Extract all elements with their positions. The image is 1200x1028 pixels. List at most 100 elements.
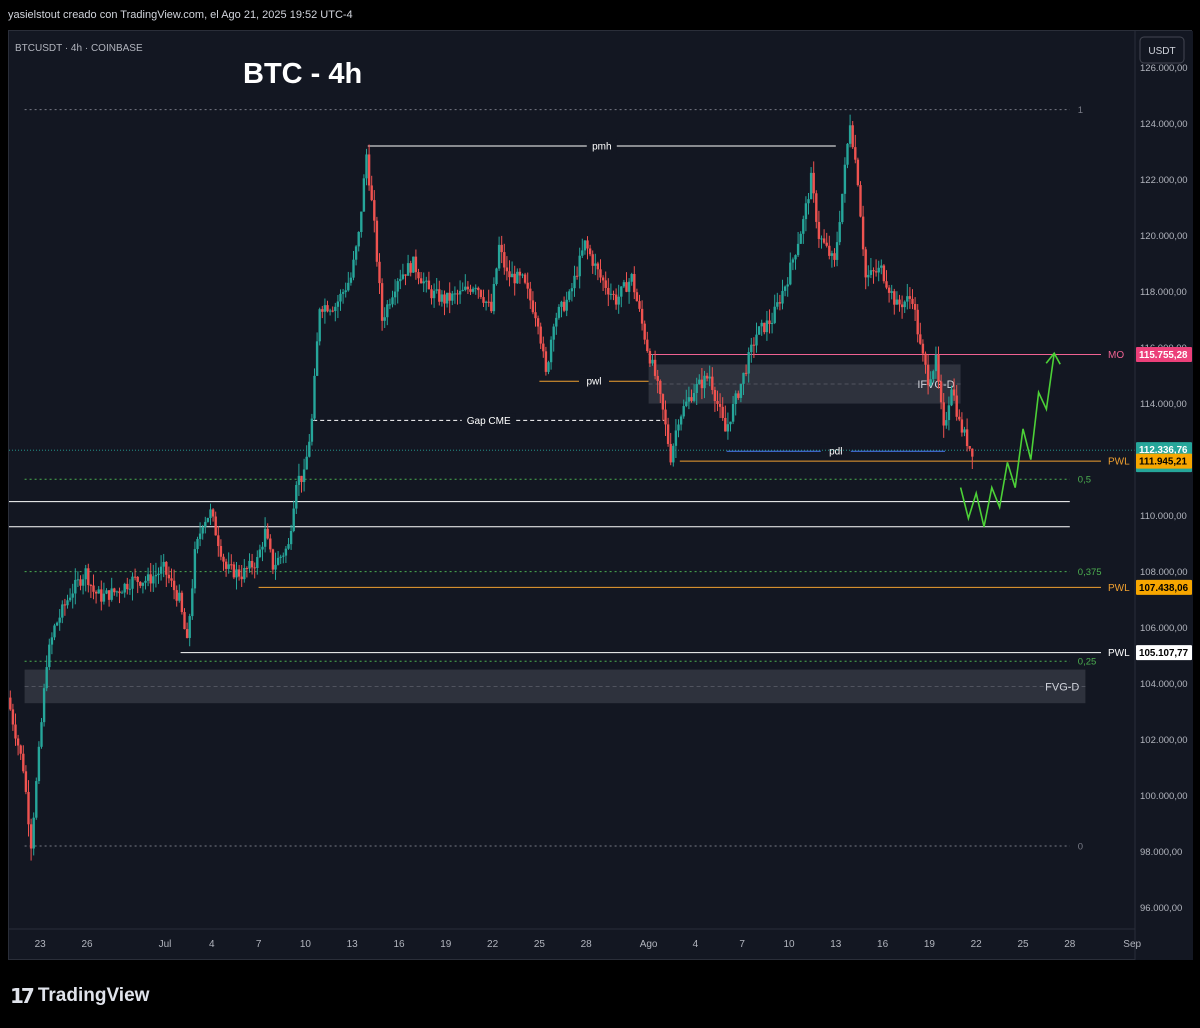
candle-body	[880, 265, 883, 268]
candle-body	[692, 392, 696, 401]
candle-body	[609, 293, 613, 295]
candle-body	[760, 322, 763, 327]
candle-body	[326, 305, 329, 312]
candle-body	[217, 535, 220, 547]
candle-body	[843, 164, 847, 194]
candle-body	[211, 509, 215, 517]
candle-body	[92, 585, 95, 592]
candle-body	[282, 555, 285, 557]
candle-body	[84, 568, 87, 580]
candle-body	[347, 282, 350, 291]
candle-body	[425, 280, 428, 282]
candle-body	[734, 393, 737, 405]
candle-body	[601, 277, 605, 281]
candle-body	[952, 389, 956, 396]
x-tick-label: 16	[877, 939, 889, 950]
level-label: pmh	[592, 142, 611, 153]
candle-body	[74, 579, 77, 594]
candle-body	[911, 298, 914, 304]
candle-body	[534, 312, 537, 319]
candle-body	[890, 291, 893, 293]
candle-body	[765, 320, 769, 333]
candle-body	[404, 274, 407, 276]
candle-body	[469, 289, 472, 292]
candle-body	[755, 334, 758, 346]
candle-body	[9, 697, 12, 710]
level-label: 0	[1078, 842, 1083, 853]
candle-body	[391, 297, 394, 305]
candle-body	[508, 271, 511, 278]
candle-body	[102, 593, 106, 602]
x-tick-label: 19	[924, 939, 936, 950]
candle-body	[185, 629, 189, 638]
candle-body	[919, 334, 922, 344]
candle-body	[492, 283, 496, 312]
candle-body	[640, 308, 644, 324]
currency-button[interactable]: USDT	[1139, 36, 1185, 64]
candle-body	[261, 546, 264, 550]
candles	[9, 114, 974, 861]
candle-body	[804, 203, 808, 220]
badge-label: 105.107,77	[1139, 648, 1189, 659]
candle-body	[848, 125, 852, 144]
price-chart[interactable]: IFVG-D FVG-D 1 0,5 0,375 0,25 0 pmh pwl Gap CME p…	[9, 31, 1193, 961]
chart-frame[interactable]: IFVG-D FVG-D 1 0,5 0,375 0,25 0 pmh pwl Gap CME p…	[8, 30, 1193, 961]
y-tick-label: 118.000,00	[1140, 287, 1187, 298]
y-tick-label: 104.000,00	[1140, 679, 1188, 690]
candle-body	[269, 538, 272, 550]
candle-body	[243, 568, 246, 580]
candle-body	[81, 579, 85, 586]
projection	[959, 351, 1061, 527]
candle-body	[799, 233, 802, 244]
candle-body	[828, 245, 831, 256]
candle-body	[435, 289, 438, 291]
candle-body	[292, 508, 295, 531]
candle-body	[903, 301, 906, 308]
candle-body	[807, 199, 810, 204]
candle-body	[321, 309, 324, 312]
candle-body	[695, 383, 698, 393]
candle-body	[921, 343, 925, 354]
x-tick-label: 22	[971, 939, 983, 950]
levels: 1 0,5 0,375 0,25 0 pmh pwl Gap CME pdl MO PWL PWL PW…	[9, 105, 1135, 853]
candle-body	[835, 242, 839, 260]
candle-body	[445, 292, 449, 304]
candle-body	[399, 278, 402, 282]
candle-body	[230, 564, 233, 566]
candle-body	[141, 582, 145, 586]
candle-body	[643, 323, 646, 340]
candle-body	[651, 359, 654, 364]
candle-body	[370, 185, 373, 201]
candle-body	[752, 344, 756, 346]
candle-body	[825, 242, 828, 246]
candle-body	[344, 290, 347, 293]
candle-body	[820, 238, 823, 240]
candle-body	[362, 178, 366, 212]
candle-body	[581, 250, 584, 256]
candle-body	[885, 281, 888, 288]
candle-body	[14, 724, 17, 739]
candle-body	[620, 286, 623, 297]
price-axis-bg	[1135, 31, 1193, 961]
tradingview-logo[interactable]: 17 TradingView	[10, 984, 149, 1008]
candle-body	[63, 604, 67, 606]
candle-body	[383, 317, 386, 321]
candle-body	[365, 154, 368, 179]
candle-body	[726, 424, 730, 432]
candle-body	[235, 569, 238, 578]
candle-body	[505, 267, 509, 272]
caption-bar: yasielstout creado con TradingView.com, …	[0, 0, 1200, 30]
candle-body	[783, 286, 787, 291]
candle-body	[188, 616, 191, 638]
candle-body	[214, 516, 217, 536]
candle-body	[50, 637, 54, 645]
candle-body	[794, 255, 797, 260]
candle-body	[776, 302, 779, 307]
candle-body	[331, 310, 334, 312]
candle-body	[622, 282, 626, 287]
brand-text: TradingView	[37, 985, 150, 1006]
candle-body	[443, 294, 446, 304]
candle-body	[373, 200, 376, 221]
candle-body	[906, 296, 909, 302]
candle-body	[596, 263, 600, 270]
